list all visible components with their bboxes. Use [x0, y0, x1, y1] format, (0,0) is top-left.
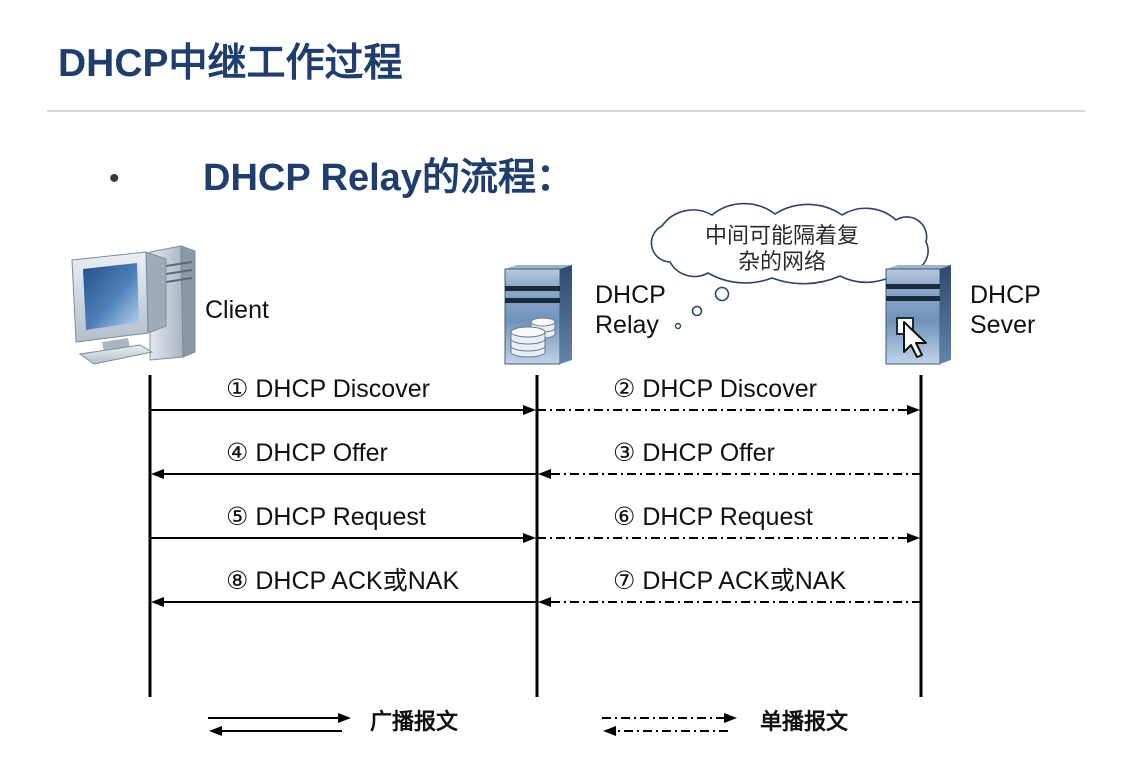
- arrowhead: [523, 533, 536, 543]
- arrowhead: [523, 405, 536, 415]
- section-heading: DHCP Relay的流程：: [203, 157, 574, 199]
- legend-arrow-left: [209, 726, 342, 736]
- arrowhead: [151, 597, 164, 607]
- slide-title: DHCP中继工作过程: [58, 42, 403, 85]
- dhcp-server-icon: [885, 265, 951, 365]
- arrowhead: [603, 726, 616, 736]
- monitor-screen: [83, 263, 139, 330]
- bullet-marker: •: [109, 162, 120, 195]
- node-label-server: DHCP Sever: [970, 280, 1041, 340]
- legend-arrow-right: [208, 713, 351, 723]
- message-label: ① DHCP Discover: [226, 375, 430, 403]
- desktop-computer-icon: [71, 245, 196, 365]
- server-stripe: [505, 298, 560, 303]
- cloud-text-line: 杂的网络: [737, 249, 826, 274]
- message-label: ⑧ DHCP ACK或NAK: [226, 567, 460, 595]
- arrowhead: [338, 713, 351, 723]
- legend-label: 广播报文: [370, 709, 459, 734]
- arrowhead: [907, 405, 920, 415]
- cloud-text-line: 中间可能隔着复: [704, 223, 859, 248]
- node-label-client: Client: [205, 295, 269, 325]
- message-arrow: [538, 597, 921, 607]
- node-label-line: DHCP: [595, 281, 666, 309]
- message-arrow: [537, 533, 920, 543]
- arrowhead: [209, 726, 222, 736]
- cloud-bubble: [674, 322, 682, 330]
- arrowhead: [724, 713, 737, 723]
- legend-arrow-left: [603, 726, 728, 736]
- message-label: ③ DHCP Offer: [613, 439, 775, 467]
- message-label: ② DHCP Discover: [613, 375, 817, 403]
- message-arrow: [537, 405, 920, 415]
- lifelines: [148, 375, 923, 697]
- server-side: [940, 265, 951, 364]
- monitor-side: [145, 251, 167, 334]
- legend-label: 单播报文: [760, 709, 849, 734]
- message-label: ⑦ DHCP ACK或NAK: [613, 567, 847, 595]
- server-side: [560, 265, 572, 364]
- message-arrow: [151, 597, 537, 607]
- arrowhead: [538, 469, 551, 479]
- message-arrow: [538, 469, 921, 479]
- node-label-line: Relay: [595, 311, 659, 339]
- message-arrow: [150, 533, 536, 543]
- node-label-relay: DHCP Relay: [595, 280, 666, 340]
- node-label-line: Sever: [970, 311, 1036, 339]
- cloud-text: 中间可能隔着复 杂的网络: [650, 223, 914, 275]
- message-arrow: [151, 469, 537, 479]
- cloud-bubble: [691, 305, 703, 317]
- arrowhead: [538, 597, 551, 607]
- legend-arrows: [208, 713, 737, 736]
- message-label: ④ DHCP Offer: [226, 439, 388, 467]
- arrowhead: [151, 469, 164, 479]
- title-divider: [47, 110, 1085, 112]
- node-label-line: DHCP: [970, 281, 1041, 309]
- server-stripe: [886, 284, 940, 289]
- relay-server-icon: [504, 265, 572, 365]
- message-label: ⑤ DHCP Request: [226, 503, 426, 531]
- sequence-diagram: [71, 202, 951, 736]
- node-label-line: Client: [205, 296, 269, 324]
- arrowhead: [907, 533, 920, 543]
- slide: DHCP中继工作过程 • DHCP Relay的流程： 中间可能隔着复 杂的网络…: [0, 0, 1129, 775]
- message-label: ⑥ DHCP Request: [613, 503, 813, 531]
- cloud-bubble: [714, 286, 730, 302]
- legend-arrow-right: [602, 713, 737, 723]
- server-stripe: [505, 286, 560, 291]
- message-arrow: [150, 405, 536, 415]
- server-stripe: [886, 296, 940, 301]
